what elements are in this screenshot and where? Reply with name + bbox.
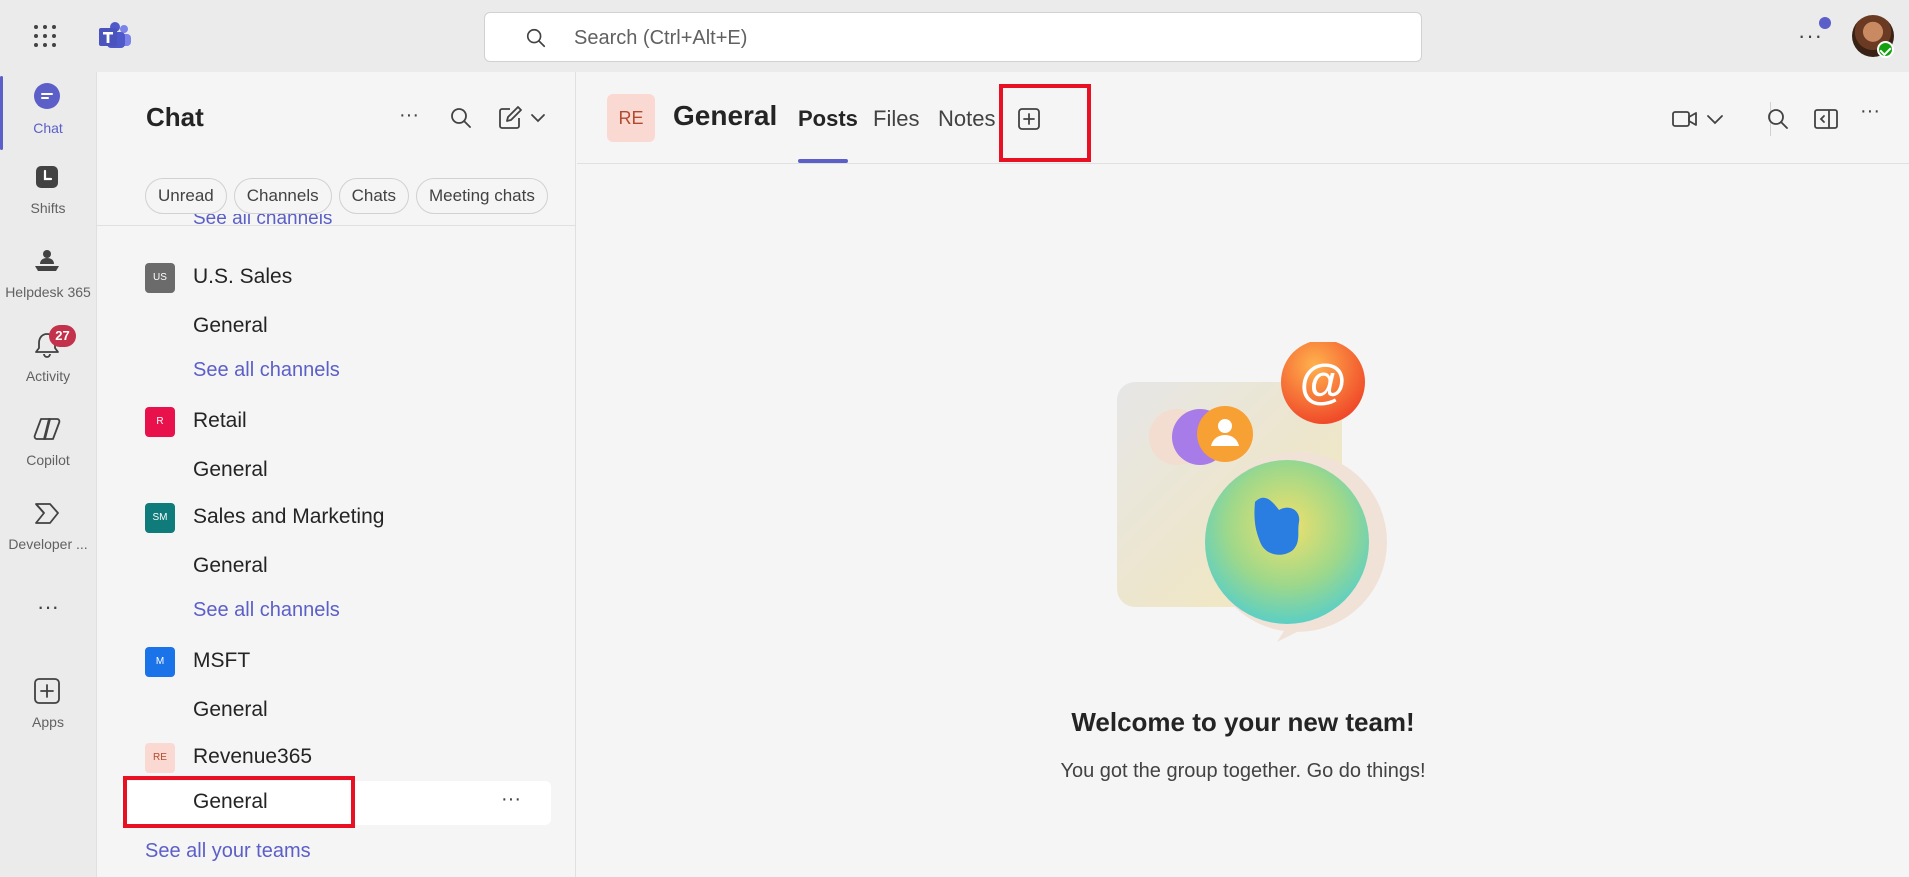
shifts-icon <box>36 166 58 188</box>
search-icon[interactable] <box>1765 106 1791 132</box>
welcome-illustration: @ <box>1117 342 1387 642</box>
rail-label: Developer ... <box>8 536 88 552</box>
rail-item-shifts[interactable]: Shifts <box>0 156 96 234</box>
rail-item-chat[interactable]: Chat <box>0 76 96 154</box>
developer-icon <box>35 503 59 524</box>
tab-posts[interactable]: Posts <box>798 106 858 132</box>
see-all-channels-link[interactable]: See all channels <box>193 214 332 226</box>
compose-icon[interactable] <box>497 105 523 131</box>
rail-label: Copilot <box>26 452 70 468</box>
channel-label: General <box>193 790 268 813</box>
notification-dot <box>1819 17 1831 29</box>
team-name: Revenue365 <box>193 745 313 768</box>
top-bar: Search (Ctrl+Alt+E) ··· <box>0 0 1909 72</box>
team-name: Retail <box>193 409 247 432</box>
channel-general[interactable]: General <box>193 314 268 338</box>
rail-label: Helpdesk 365 <box>5 284 91 300</box>
active-tab-indicator <box>798 159 848 163</box>
presence-available-icon <box>1877 41 1894 58</box>
teams-logo-icon <box>99 22 131 48</box>
filter-chips: Unread Channels Chats Meeting chats <box>145 178 548 214</box>
highlight-box-add-tab <box>999 84 1091 162</box>
rail-label: Activity <box>25 368 71 384</box>
channel-avatar: RE <box>607 94 655 142</box>
rail-item-helpdesk[interactable]: Helpdesk 365 <box>0 240 96 318</box>
team-avatar: US <box>145 263 175 293</box>
see-all-channels-link[interactable]: See all channels <box>193 359 340 382</box>
rail-item-activity[interactable]: 27 Activity <box>0 324 96 402</box>
copilot-icon <box>33 418 61 440</box>
channel-general[interactable]: General <box>193 458 268 482</box>
channel-general[interactable]: General <box>193 698 268 722</box>
team-name: Sales and Marketing <box>193 505 385 528</box>
page-title: Chat <box>146 102 204 132</box>
rail-item-more-apps[interactable]: ··· <box>0 592 96 632</box>
team-avatar: R <box>145 407 175 437</box>
search-icon <box>526 28 546 48</box>
rail-label: Shifts <box>30 200 66 216</box>
more-options-icon[interactable]: ··· <box>1860 100 1890 126</box>
tab-notes[interactable]: Notes <box>938 106 995 132</box>
see-all-channels-link[interactable]: See all channels <box>193 599 340 622</box>
add-tab-icon[interactable] <box>1017 107 1041 131</box>
helpdesk-icon <box>35 250 59 271</box>
tab-files[interactable]: Files <box>873 106 919 132</box>
app-rail: Chat Shifts Helpdesk 365 27 Activity Cop… <box>0 72 96 877</box>
team-avatar: M <box>145 647 175 677</box>
teams-app: Search (Ctrl+Alt+E) ··· Chat Shifts Help… <box>0 0 1909 877</box>
channel-more-icon[interactable]: ··· <box>501 788 521 811</box>
team-name: U.S. Sales <box>193 265 293 288</box>
chevron-down-icon[interactable] <box>529 110 547 126</box>
rail-item-apps[interactable]: Apps <box>0 670 96 748</box>
filter-channels[interactable]: Channels <box>233 178 332 214</box>
filter-unread[interactable]: Unread <box>145 178 227 214</box>
team-avatar: RE <box>145 743 175 773</box>
side-panel-icon[interactable] <box>1813 106 1839 132</box>
rail-item-developer[interactable]: Developer ... <box>0 492 96 570</box>
search-placeholder[interactable]: Search (Ctrl+Alt+E) <box>574 27 747 50</box>
search-icon[interactable] <box>449 106 473 130</box>
rail-label: Apps <box>32 714 64 730</box>
activity-badge: 27 <box>49 325 76 347</box>
more-apps-icon: ··· <box>37 594 59 619</box>
see-all-teams-link[interactable]: See all your teams <box>145 840 311 863</box>
rail-label: Chat <box>33 120 63 136</box>
filter-chats[interactable]: Chats <box>338 178 410 214</box>
chat-icon <box>34 83 60 109</box>
team-name: MSFT <box>193 649 251 672</box>
channel-general-selected[interactable]: General ··· <box>121 781 551 825</box>
channel-general[interactable]: General <box>193 554 268 578</box>
video-call-icon[interactable] <box>1671 106 1699 132</box>
add-apps-icon <box>34 678 60 704</box>
filter-meeting-chats[interactable]: Meeting chats <box>416 178 548 214</box>
chevron-down-icon[interactable] <box>1705 106 1725 132</box>
team-avatar: SM <box>145 503 175 533</box>
chat-list-pane: Chat ··· Unread Channels Chats Meeting c… <box>96 72 576 877</box>
search-box[interactable]: Search (Ctrl+Alt+E) <box>484 12 1422 62</box>
channel-title: General <box>673 100 778 131</box>
app-launcher-icon[interactable] <box>32 23 58 49</box>
welcome-subtitle: You got the group together. Go do things… <box>1060 760 1426 782</box>
channel-header: RE General Posts Files Notes ··· <box>577 72 1909 164</box>
rail-item-copilot[interactable]: Copilot <box>0 408 96 486</box>
welcome-title: Welcome to your new team! <box>1071 707 1415 737</box>
divider <box>97 225 575 226</box>
svg-text:@: @ <box>1300 356 1347 409</box>
list-more-icon[interactable]: ··· <box>399 104 425 128</box>
channel-main-pane: RE General Posts Files Notes ··· @ Welco… <box>577 72 1909 877</box>
